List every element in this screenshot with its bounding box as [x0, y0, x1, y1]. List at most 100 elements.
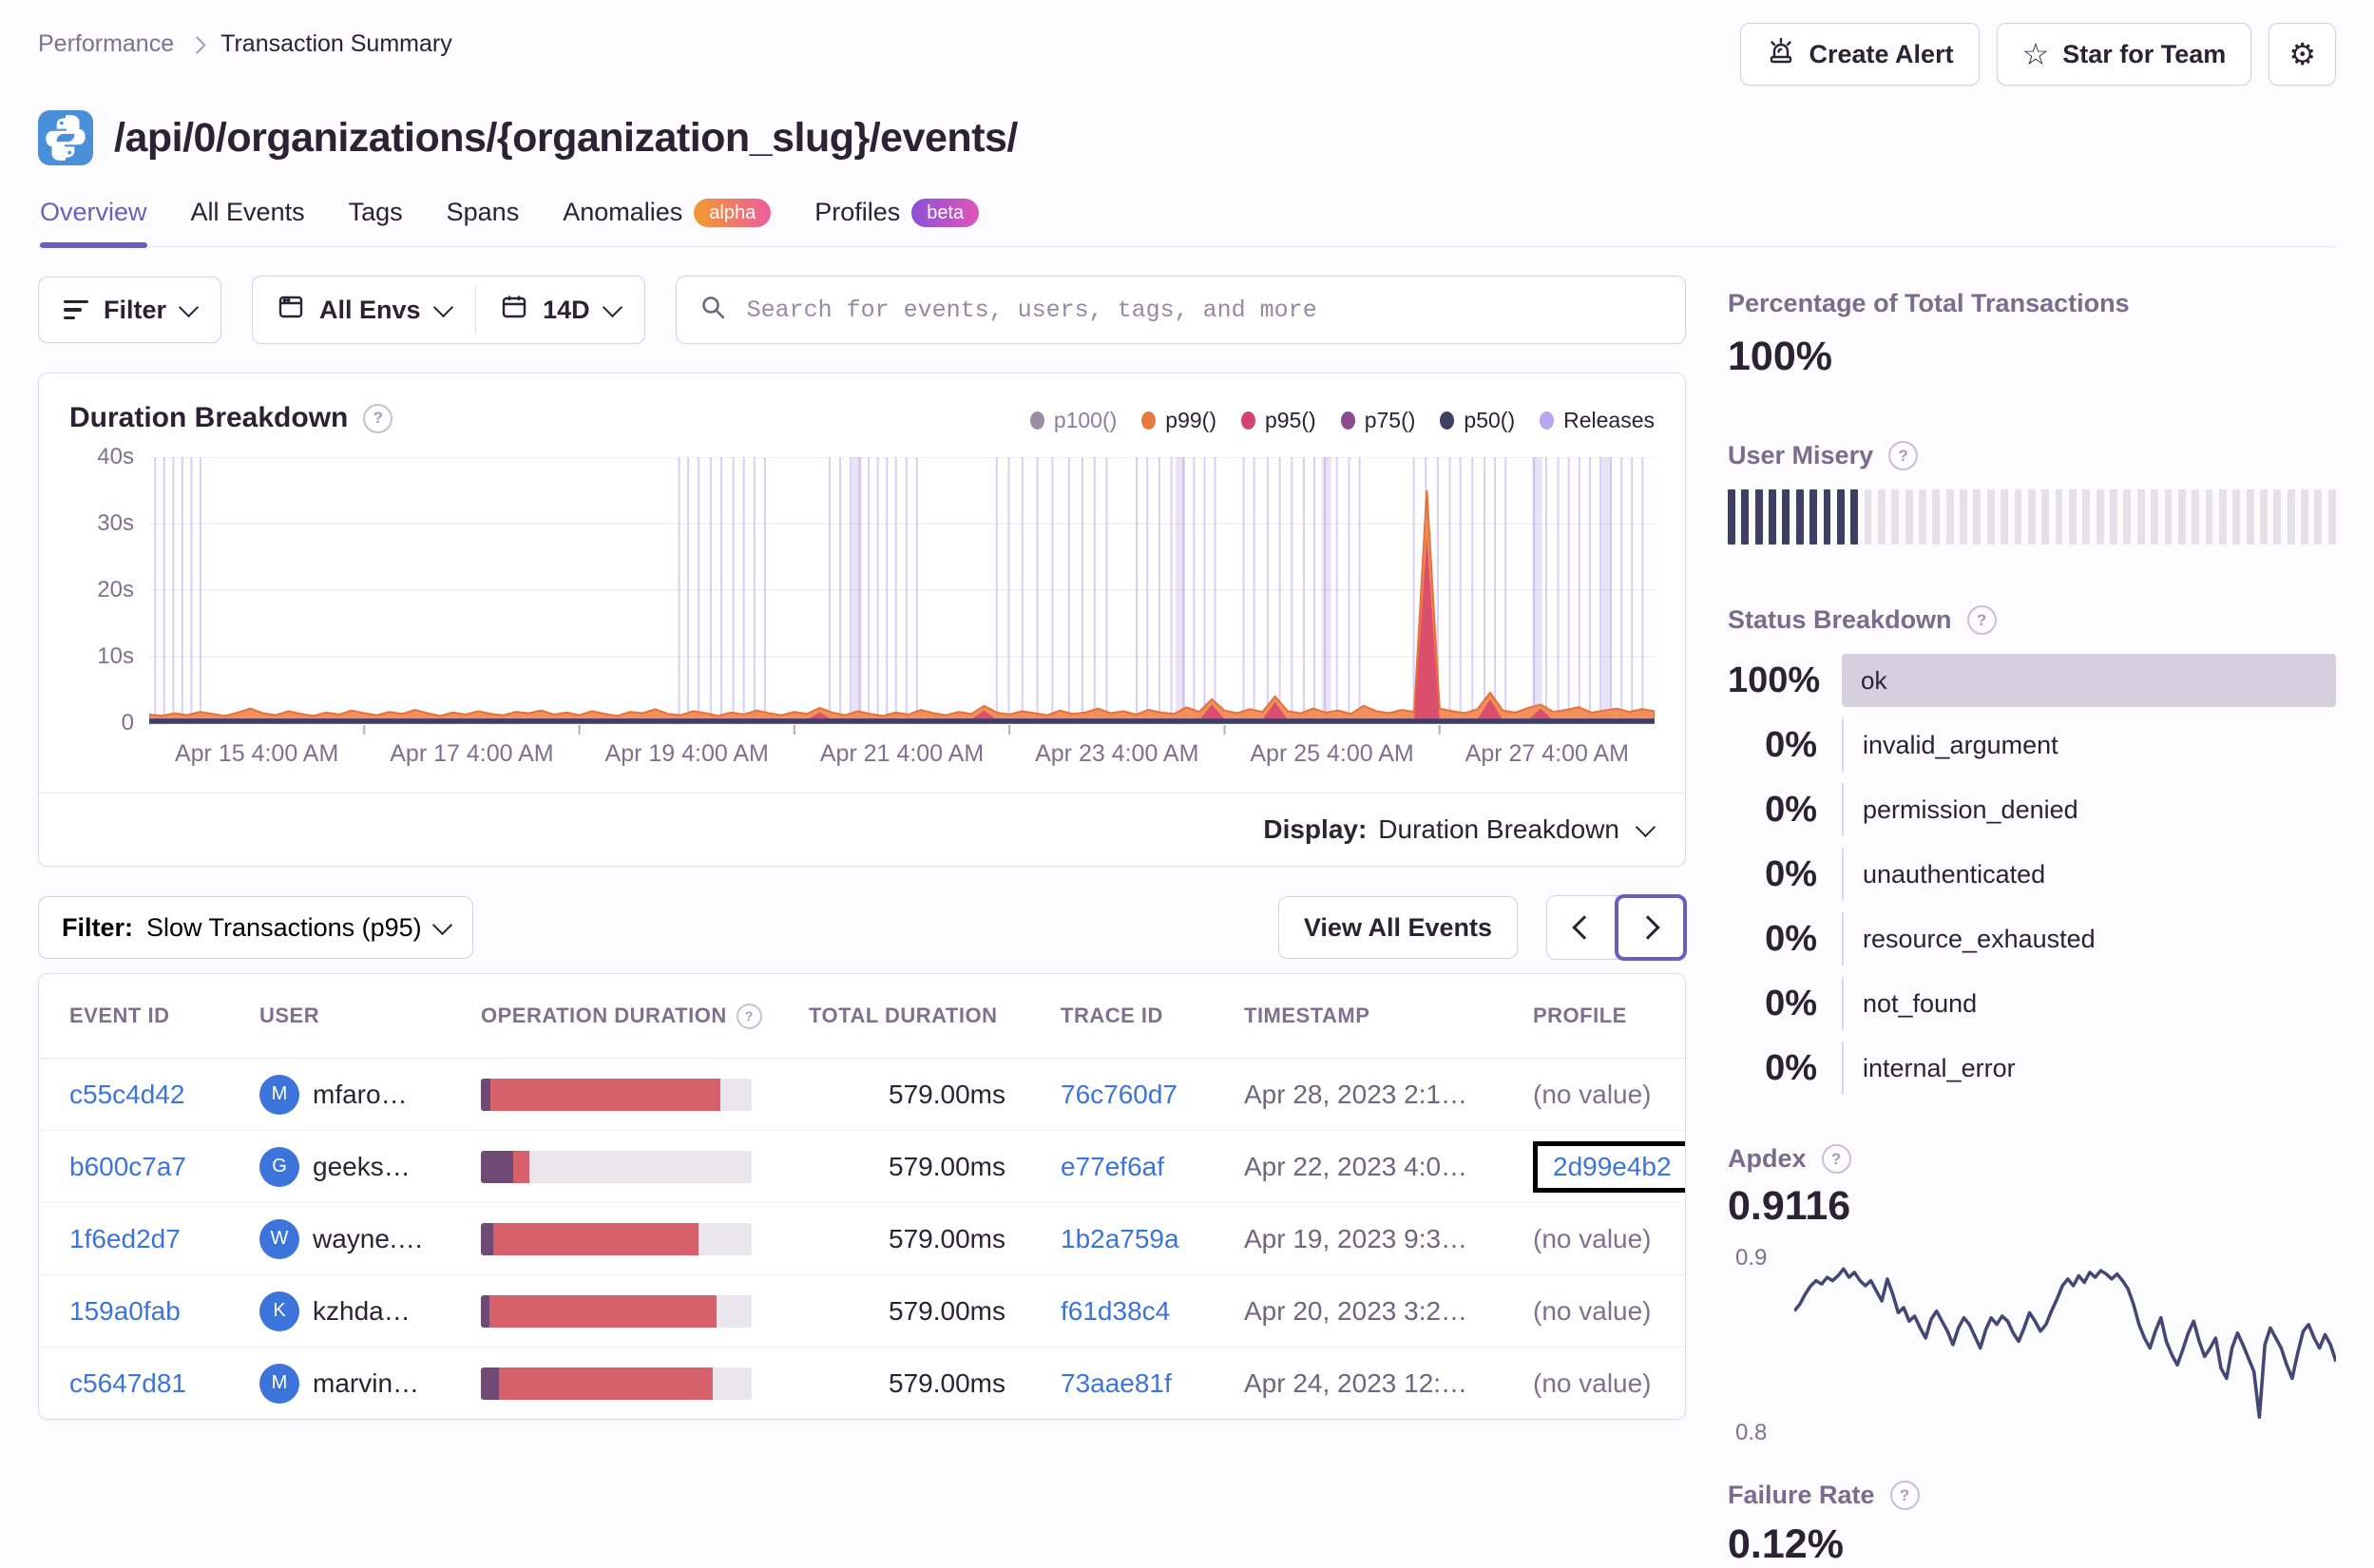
chevron-down-icon	[431, 914, 452, 935]
status-percent: 0%	[1765, 983, 1817, 1023]
settings-button[interactable]: ⚙	[2269, 23, 2336, 86]
legend-item-p95[interactable]: p95()	[1241, 408, 1316, 433]
legend-label: p50()	[1464, 408, 1516, 432]
transaction-summary-page: Performance Transaction Summary Create A…	[0, 0, 2374, 1567]
event-id-link[interactable]: c55c4d42	[69, 1080, 184, 1109]
total-duration-cell: 579.00ms	[889, 1079, 1005, 1109]
tab-spans[interactable]: Spans	[447, 198, 520, 246]
column-header-total-duration[interactable]: TOTAL DURATION	[809, 1004, 1061, 1028]
star-for-team-button[interactable]: ☆ Star for Team	[1996, 23, 2252, 86]
help-icon[interactable]: ?	[1888, 441, 1919, 470]
user-name: marvin…	[313, 1367, 420, 1398]
tabs: Overview All Events Tags Spans Anomalies alph…	[38, 198, 2336, 248]
help-icon[interactable]: ?	[363, 403, 393, 433]
events-filter-dropdown[interactable]: Filter: Slow Transactions (p95)	[38, 896, 473, 959]
help-icon[interactable]: ?	[1889, 1481, 1920, 1510]
legend-label: p99()	[1165, 408, 1216, 432]
trace-id-link[interactable]: f61d38c4	[1061, 1296, 1170, 1326]
breadcrumb: Performance Transaction Summary	[38, 30, 452, 58]
misery-segment	[2287, 489, 2295, 545]
misery-segment	[1986, 489, 1995, 545]
tab-all-events[interactable]: All Events	[191, 198, 305, 246]
status-percent: 0%	[1765, 724, 1817, 765]
misery-segment	[2055, 489, 2063, 545]
apdex-y-top-label: 0.9	[1735, 1245, 1768, 1271]
misery-segment	[1877, 489, 1886, 545]
misery-segment	[2192, 489, 2200, 545]
misery-segment	[2110, 489, 2117, 545]
y-tick-label: 0	[121, 710, 134, 736]
tab-overview[interactable]: Overview	[40, 198, 147, 248]
event-id-link[interactable]: c5647d81	[69, 1368, 186, 1398]
trace-id-link[interactable]: 1b2a759a	[1061, 1224, 1179, 1253]
previous-page-button[interactable]	[1547, 896, 1616, 959]
operation-duration-bar	[481, 1150, 752, 1183]
column-header-operation-duration[interactable]: OPERATION DURATION?	[481, 1003, 809, 1029]
legend-item-p99[interactable]: p99()	[1141, 408, 1216, 433]
tab-profiles[interactable]: Profiles beta	[814, 198, 980, 246]
date-range-dropdown[interactable]: 14D	[476, 277, 644, 343]
legend-item-p75[interactable]: p75()	[1340, 408, 1416, 433]
filter-dropdown[interactable]: Filter	[38, 277, 222, 343]
create-alert-button[interactable]: Create Alert	[1739, 23, 1980, 86]
event-id-cell: c5647d81	[69, 1368, 259, 1399]
profile-no-value: (no value)	[1533, 1079, 1652, 1109]
display-label: Display:	[1263, 814, 1368, 844]
trace-id-link[interactable]: 76c760d7	[1061, 1080, 1177, 1109]
next-page-button[interactable]	[1615, 894, 1687, 961]
view-all-events-button[interactable]: View All Events	[1277, 896, 1518, 959]
help-icon[interactable]: ?	[1821, 1144, 1851, 1174]
event-id-link[interactable]: 1f6ed2d7	[69, 1224, 181, 1253]
operation-duration-cell	[481, 1078, 809, 1111]
legend-item-p50[interactable]: p50()	[1440, 408, 1515, 433]
tab-tags[interactable]: Tags	[349, 198, 403, 246]
trace-id-link[interactable]: 73aae81f	[1061, 1368, 1172, 1398]
user-name: wayne.…	[313, 1223, 424, 1253]
misery-segment	[2314, 489, 2323, 545]
column-header-label: TIMESTAMP	[1244, 1004, 1370, 1027]
help-icon[interactable]: ?	[736, 1003, 762, 1029]
operation-duration-cell	[481, 1294, 809, 1328]
legend-item-p100[interactable]: p100()	[1029, 408, 1117, 433]
misery-segment	[1945, 489, 1954, 545]
avatar: W	[259, 1218, 299, 1259]
events-table: EVENT ID USER OPERATION DURATION? TOTAL DUR…	[38, 973, 1686, 1420]
column-header-event-id[interactable]: EVENT ID	[69, 1004, 259, 1028]
chart-title: Duration Breakdown	[69, 402, 349, 433]
duration-chart-plot[interactable]	[149, 457, 1655, 735]
chart-legend: p100() p99() p95() p75() p50() Releases	[1029, 408, 1655, 433]
search-input[interactable]	[744, 295, 1662, 325]
tab-label: Anomalies	[563, 198, 683, 226]
display-value: Duration Breakdown	[1378, 814, 1619, 844]
filter-dropdown-label: Filter	[104, 295, 167, 324]
column-header-timestamp[interactable]: TIMESTAMP	[1244, 1004, 1533, 1028]
column-header-user[interactable]: USER	[259, 1004, 481, 1028]
misery-segment	[2246, 489, 2254, 545]
failure-rate-title: Failure Rate	[1728, 1481, 1875, 1509]
legend-item-Releases[interactable]: Releases	[1540, 408, 1655, 433]
misery-segment	[1809, 489, 1818, 545]
trace-id-link[interactable]: e77ef6af	[1061, 1152, 1164, 1181]
display-dropdown[interactable]: Display: Duration Breakdown	[39, 793, 1685, 866]
misery-segment	[1754, 489, 1763, 545]
breadcrumb-performance[interactable]: Performance	[38, 30, 174, 58]
star-for-team-label: Star for Team	[2062, 39, 2227, 68]
user-name: mfaro…	[313, 1079, 408, 1109]
status-bar-zero: invalid_argument	[1842, 718, 2336, 772]
trace-id-cell: 76c760d7	[1061, 1080, 1244, 1110]
event-id-link[interactable]: 159a0fab	[69, 1296, 181, 1326]
event-id-link[interactable]: b600c7a7	[69, 1152, 186, 1181]
y-tick-label: 30s	[97, 510, 134, 536]
apdex-y-bottom-label: 0.8	[1735, 1420, 1768, 1445]
profile-link[interactable]: 2d99e4b2	[1553, 1152, 1672, 1181]
column-header-trace-id[interactable]: TRACE ID	[1061, 1004, 1244, 1028]
column-header-label: USER	[259, 1004, 320, 1027]
apdex-heading: Apdex ?	[1728, 1144, 2336, 1174]
column-header-profile[interactable]: PROFILE	[1533, 1004, 1685, 1028]
table-row: 1f6ed2d7 Wwayne.… 579.00ms 1b2a759a Apr 19, …	[39, 1203, 1685, 1275]
tab-anomalies[interactable]: Anomalies alpha	[563, 198, 772, 246]
profile-cell: (no value)	[1533, 1224, 1685, 1254]
help-icon[interactable]: ?	[1966, 605, 1997, 635]
legend-label: p75()	[1364, 408, 1416, 432]
environment-dropdown[interactable]: All Envs	[253, 277, 475, 343]
